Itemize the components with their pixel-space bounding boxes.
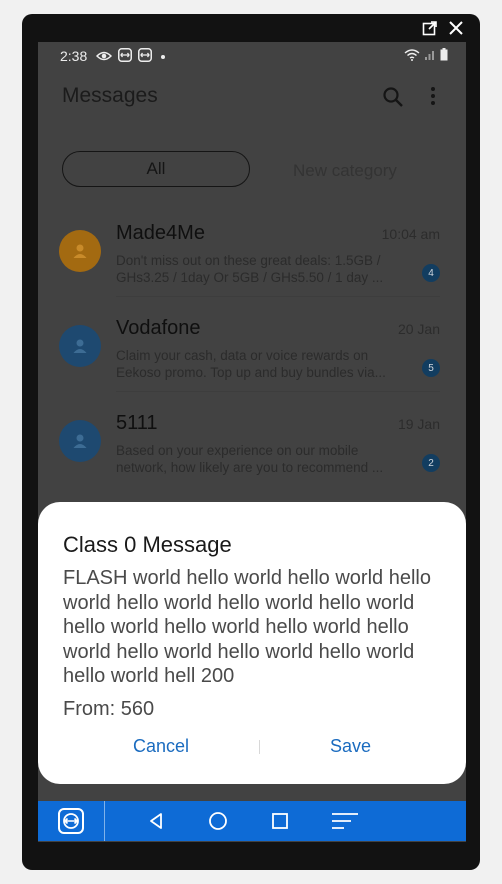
conversation-item[interactable]: 5111 19 Jan Based on your experience on …: [38, 394, 466, 489]
tab-all[interactable]: All: [62, 151, 250, 187]
unread-badge: 4: [422, 264, 440, 282]
eye-icon: [95, 49, 113, 65]
dot-icon: [158, 49, 168, 65]
conversation-item[interactable]: Made4Me 10:04 am Don't miss out on these…: [38, 204, 466, 299]
search-icon[interactable]: [382, 86, 404, 113]
conversation-time: 20 Jan: [397, 321, 440, 337]
teamviewer-icon: [138, 48, 152, 65]
avatar: [59, 325, 101, 367]
close-icon[interactable]: [448, 20, 464, 36]
conversation-preview: Based on your experience on our mobile n…: [116, 443, 384, 475]
conversation-preview: Claim your cash, data or voice rewards o…: [116, 348, 386, 380]
back-icon[interactable]: [144, 801, 168, 841]
cancel-button[interactable]: Cancel: [133, 736, 189, 757]
teamviewer-icon: [118, 48, 132, 65]
dialog-title: Class 0 Message: [63, 532, 232, 557]
dialog-message-body: FLASH world hello world hello world hell…: [63, 567, 431, 687]
signal-icon: [424, 48, 436, 64]
conversation-name: Made4Me: [116, 222, 205, 244]
more-vert-icon[interactable]: [430, 86, 436, 111]
external-link-icon[interactable]: [422, 20, 438, 36]
menu-icon[interactable]: [330, 801, 360, 841]
conversation-preview: Don't miss out on these great deals: 1.5…: [116, 253, 384, 285]
dialog-sender: From: 560: [63, 698, 155, 720]
conversation-time: 10:04 am: [381, 226, 440, 242]
recents-icon[interactable]: [268, 801, 292, 841]
status-time: 2:38: [60, 48, 88, 64]
divider: [116, 296, 440, 297]
conversation-name: Vodafone: [116, 317, 201, 339]
teamviewer-icon[interactable]: [56, 801, 86, 841]
tab-new-category[interactable]: New category: [293, 161, 397, 181]
status-bar: 2:38: [38, 42, 466, 70]
home-icon[interactable]: [206, 801, 230, 841]
class0-message-dialog: Class 0 Message FLASH world hello world …: [38, 502, 466, 784]
save-button[interactable]: Save: [330, 736, 371, 757]
avatar: [59, 420, 101, 462]
nav-separator: [104, 801, 105, 841]
conversation-name: 5111: [116, 412, 158, 434]
unread-badge: 2: [422, 454, 440, 472]
battery-icon: [440, 48, 448, 64]
unread-badge: 5: [422, 359, 440, 377]
wifi-icon: [404, 48, 420, 64]
button-divider: [259, 740, 260, 754]
navigation-bar: [38, 801, 466, 841]
conversation-time: 19 Jan: [397, 416, 440, 432]
avatar: [59, 230, 101, 272]
app-title: Messages: [62, 84, 158, 107]
conversation-item[interactable]: Vodafone 20 Jan Claim your cash, data or…: [38, 299, 466, 394]
divider: [116, 391, 440, 392]
